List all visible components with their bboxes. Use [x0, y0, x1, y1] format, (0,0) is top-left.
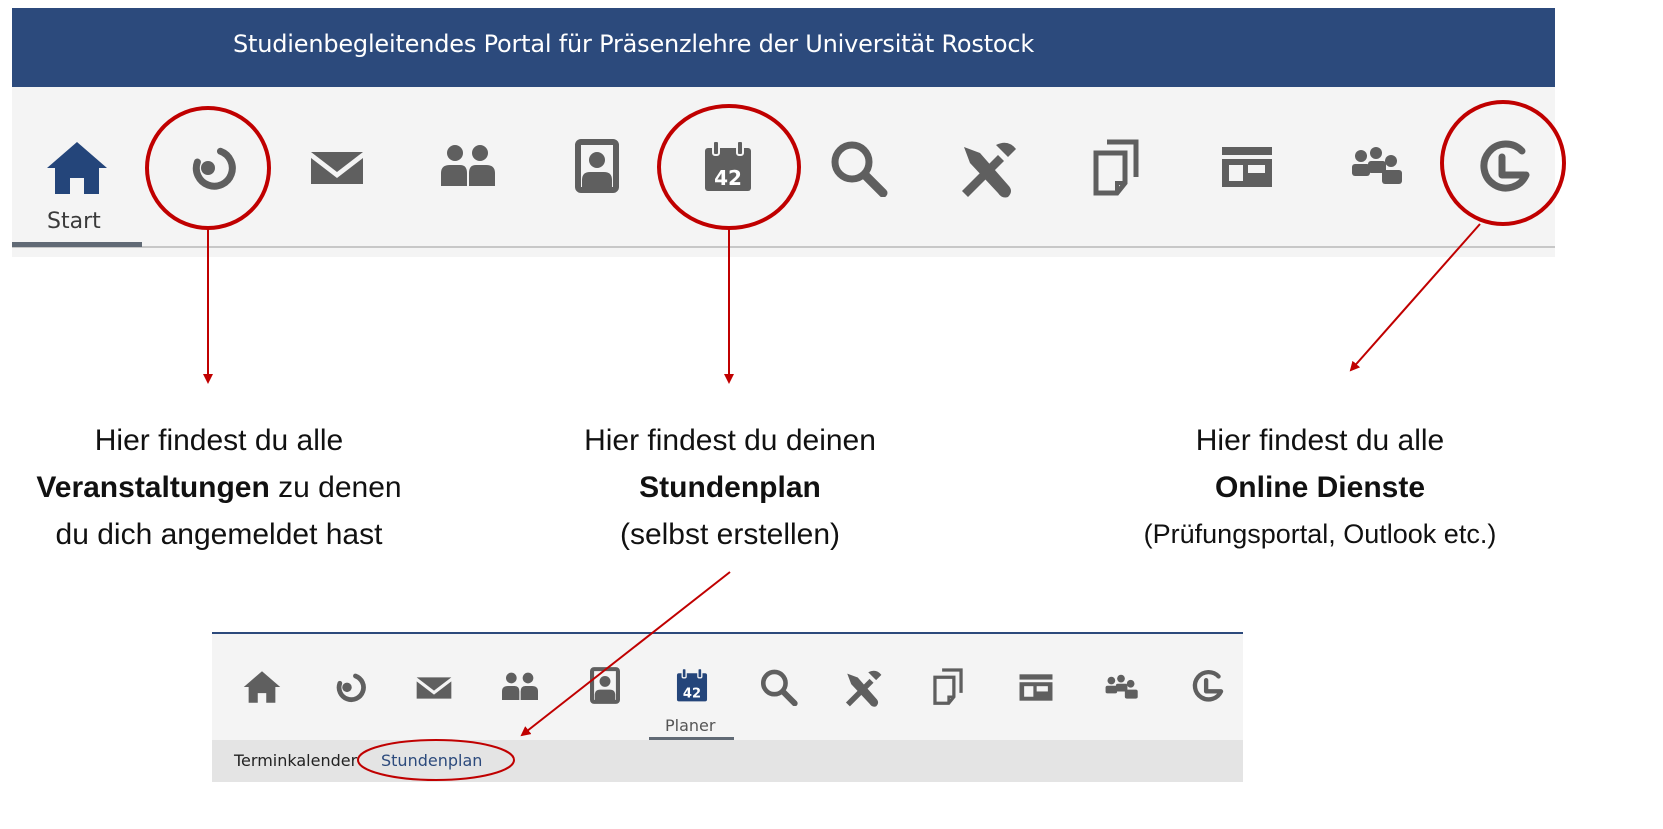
highlight-circle-portal	[145, 106, 271, 230]
highlight-circle-online	[1440, 100, 1566, 226]
highlight-circle-calendar	[657, 104, 801, 230]
highlight-circle-stundenplan	[357, 739, 515, 781]
annotation-overlay	[145, 100, 1566, 781]
arrow-to-stundenplan	[520, 571, 731, 737]
arrow-online	[1349, 223, 1481, 372]
